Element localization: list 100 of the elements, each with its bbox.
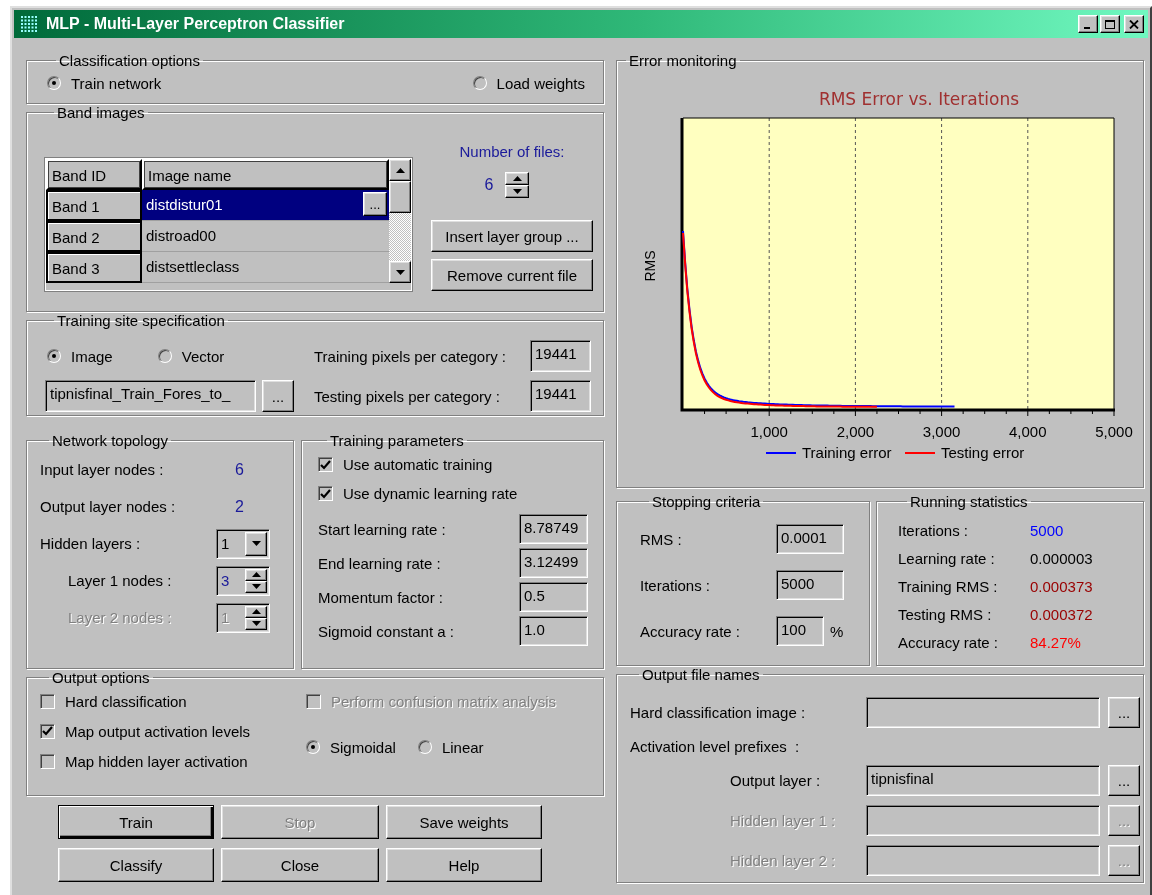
- insert-button[interactable]: Insert layer group ...: [431, 220, 593, 252]
- dialog-button[interactable]: Classify: [58, 848, 214, 882]
- text-field[interactable]: 5000: [776, 570, 844, 600]
- group-title: Error monitoring: [628, 52, 738, 69]
- stat-value: 5000: [1030, 521, 1065, 539]
- text-field[interactable]: 19441: [530, 340, 591, 372]
- checkbox[interactable]: [40, 753, 55, 769]
- radio-button[interactable]: [47, 349, 61, 363]
- file-field[interactable]: tipnisfinal_Train_Fores_to_: [45, 380, 256, 412]
- maximize-button[interactable]: [1100, 15, 1120, 33]
- dialog-button[interactable]: Help: [386, 848, 542, 882]
- text-field[interactable]: 19441: [530, 380, 591, 412]
- text-field[interactable]: 100: [776, 616, 824, 646]
- text-field[interactable]: 1.0: [519, 616, 588, 646]
- field-label: Iterations :: [640, 576, 712, 594]
- close-button[interactable]: [1124, 15, 1144, 33]
- option-label: Map hidden layer activation: [65, 752, 248, 770]
- value-text: 2: [234, 497, 245, 516]
- scroll-down-button[interactable]: [389, 261, 411, 283]
- tick-label: 5,000: [1095, 423, 1133, 440]
- radio-button[interactable]: [472, 76, 487, 90]
- spin-up-button[interactable]: [505, 172, 530, 185]
- radio-button[interactable]: [47, 76, 61, 90]
- dialog-button[interactable]: Train: [58, 805, 214, 839]
- minimize-button[interactable]: [1078, 15, 1098, 33]
- group-title: Running statistics: [909, 493, 1029, 510]
- field-label: Output layer nodes :: [40, 498, 177, 515]
- text-field[interactable]: 0.0001: [776, 524, 844, 554]
- option-label: Map output activation levels: [65, 722, 251, 740]
- tick-label: 3,000: [922, 423, 961, 440]
- text-field[interactable]: 8.78749: [519, 514, 588, 544]
- field-label: Input layer nodes :: [40, 461, 165, 478]
- stat-value: 0.000373: [1030, 577, 1094, 595]
- option-label: Linear: [441, 738, 484, 756]
- group-title: Training parameters: [329, 432, 465, 449]
- text-field[interactable]: [866, 696, 1100, 728]
- option-label: Image: [71, 347, 113, 365]
- option-label: Hard classification: [65, 692, 187, 710]
- column-header[interactable]: Band ID: [46, 159, 142, 190]
- files-count-label: Number of files:: [459, 143, 565, 160]
- text-field[interactable]: [866, 804, 1100, 836]
- browse-button[interactable]: ...: [1108, 764, 1140, 796]
- stat-value: 0.000372: [1030, 605, 1094, 623]
- up-arrow-icon: [251, 572, 261, 577]
- maximize-icon: [1105, 19, 1115, 29]
- dropdown-button[interactable]: [245, 531, 267, 556]
- dialog-button[interactable]: Save weights: [386, 805, 542, 839]
- field-label: Layer 2 nodes :: [67, 609, 173, 626]
- dropdown[interactable]: 1: [216, 528, 270, 559]
- axis-title: RMS: [642, 250, 658, 282]
- spin-field[interactable]: 3: [216, 565, 270, 596]
- dialog-button[interactable]: Close: [221, 848, 379, 882]
- down-arrow-icon: [512, 189, 522, 194]
- remove-button[interactable]: Remove current file: [431, 259, 593, 291]
- minimize-icon: [1084, 26, 1090, 29]
- radio-button[interactable]: [417, 740, 432, 754]
- text-field[interactable]: 0.5: [519, 582, 588, 612]
- checkbox[interactable]: [318, 486, 333, 501]
- field-label: Output layer :: [729, 771, 822, 789]
- spin-up-button[interactable]: [245, 568, 267, 581]
- row-header[interactable]: Band 3: [46, 252, 142, 283]
- down-arrow-icon: [251, 584, 261, 589]
- text-field[interactable]: [866, 844, 1100, 876]
- group-title: Classification options: [58, 52, 201, 69]
- row-header[interactable]: Band 2: [46, 221, 142, 252]
- group-title: Stopping criteria: [651, 493, 762, 510]
- table-cell[interactable]: distsettleclass: [142, 252, 389, 283]
- scroll-up-button[interactable]: [389, 159, 411, 181]
- field-label: Hidden layer 2 :: [729, 851, 837, 869]
- scroll-thumb[interactable]: [389, 181, 411, 213]
- radio-button[interactable]: [157, 349, 172, 363]
- option-label: Perform confusion matrix analysis: [331, 692, 557, 710]
- stat-label: Training RMS :: [898, 577, 999, 595]
- legend-label: Training error: [802, 444, 892, 461]
- checkbox[interactable]: [40, 693, 55, 709]
- spin-down-button[interactable]: [505, 185, 530, 198]
- tick-label: 4,000: [1009, 423, 1047, 440]
- browse-button[interactable]: ...: [363, 192, 387, 216]
- field-label: Layer 1 nodes :: [67, 572, 173, 589]
- radio-button[interactable]: [306, 740, 320, 754]
- up-arrow-icon: [395, 167, 405, 173]
- text-field[interactable]: tipnisfinal: [866, 764, 1100, 796]
- group-title: Training site specification: [56, 312, 226, 329]
- scrollbar-track[interactable]: [389, 159, 411, 283]
- browse-button[interactable]: ...: [262, 380, 294, 412]
- chart-title: RMS Error vs. Iterations: [818, 89, 1020, 109]
- checkbox[interactable]: [40, 723, 55, 739]
- cell-text: distsettleclass: [146, 258, 240, 275]
- column-header[interactable]: Image name: [142, 159, 389, 190]
- close-icon: [1129, 19, 1139, 29]
- table-cell[interactable]: distdistur01 ...: [142, 190, 389, 221]
- field-label: Sigmoid constant a :: [318, 622, 455, 640]
- text-field[interactable]: 3.12499: [519, 548, 588, 578]
- browse-button[interactable]: ...: [1108, 696, 1140, 728]
- option-label: Use automatic training: [343, 456, 493, 473]
- spin-up-button[interactable]: [245, 605, 267, 618]
- checkbox[interactable]: [318, 457, 333, 472]
- group-title: Output file names: [641, 666, 761, 683]
- row-header[interactable]: Band 1: [46, 190, 142, 221]
- table-cell[interactable]: distroad00: [142, 221, 389, 252]
